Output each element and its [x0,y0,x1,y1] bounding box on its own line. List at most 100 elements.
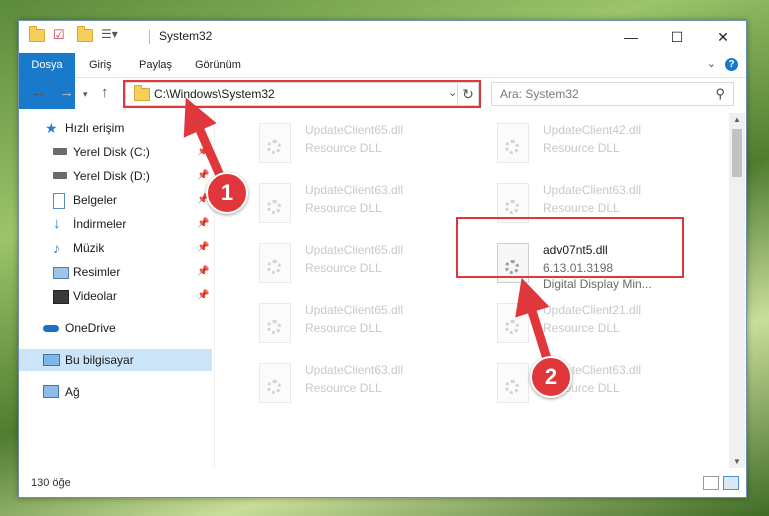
back-arrow-icon[interactable]: ← [31,84,46,101]
file-name: UpdateClient21.dll [543,303,642,317]
scroll-up-icon[interactable]: ▲ [729,115,745,124]
search-icon[interactable]: ⚲ [715,86,725,102]
sidebar-item-label: Belgeler [73,193,118,207]
file-name: UpdateClient63.dll [543,183,642,197]
sidebar-item-local-disk-c[interactable]: Yerel Disk (C:) 📌 [19,141,212,163]
picture-icon [53,267,69,279]
forward-arrow-icon[interactable]: → [59,84,74,101]
computer-icon [43,354,60,366]
tab-home[interactable]: Giriş [89,53,112,77]
file-highlight-box [456,217,684,278]
maximize-button[interactable]: ☐ [654,21,700,53]
up-arrow-icon[interactable]: ↑ [101,84,109,101]
scrollbar-thumb[interactable] [732,129,742,177]
close-button[interactable]: ✕ [700,21,746,53]
music-icon: ♪ [53,240,60,256]
dll-file-icon [259,123,291,163]
star-icon: ★ [45,120,58,136]
pane-divider [214,113,215,468]
window-title: System32 [159,29,213,43]
sidebar-item-label: Ağ [65,385,80,399]
sidebar-item-videos[interactable]: Videolar 📌 [19,285,212,307]
drive-icon [53,148,67,155]
file-name: UpdateClient65.dll [305,123,404,137]
video-icon [53,290,69,304]
file-name: UpdateClient65.dll [305,243,404,257]
file-type: Resource DLL [543,141,620,155]
navigation-bar: ← → ▾ ↑ C:\Windows\System32 ⌄ ↻ Ara: Sys… [19,78,746,110]
file-item[interactable]: UpdateClient63.dll Resource DLL [239,357,469,413]
dll-file-icon [497,363,529,403]
tab-share[interactable]: Paylaş [139,53,172,77]
sidebar-item-label: Videolar [73,289,117,303]
customize-toolbar-icon[interactable]: ☰▾ [101,27,118,43]
minimize-button[interactable]: — [608,21,654,53]
help-icon[interactable]: ? [725,58,738,71]
sidebar-item-local-disk-d[interactable]: Yerel Disk (D:) 📌 [19,165,212,187]
file-item[interactable]: UpdateClient21.dll Resource DLL [477,297,707,353]
cloud-icon [43,325,59,332]
properties-icon[interactable]: ☑ [53,27,65,43]
file-item[interactable]: UpdateClient65.dll Resource DLL [239,117,469,173]
file-type: Resource DLL [543,321,620,335]
dll-file-icon [259,183,291,223]
pin-icon[interactable]: 📌 [197,261,209,283]
file-description: Digital Display Min... [543,277,652,291]
file-type: Resource DLL [543,201,620,215]
pin-icon[interactable]: 📌 [197,237,209,259]
file-item[interactable]: UpdateClient63.dll Resource DLL [239,177,469,233]
tab-view[interactable]: Görünüm [195,53,241,77]
network-icon [43,385,59,398]
document-icon [53,193,65,209]
sidebar-item-quick-access[interactable]: ★ Hızlı erişim [19,117,212,139]
dll-file-icon [259,243,291,283]
sidebar-item-downloads[interactable]: ↓ İndirmeler 📌 [19,213,212,235]
pin-icon[interactable]: 📌 [197,213,209,235]
file-name: UpdateClient42.dll [543,123,642,137]
pin-icon[interactable]: 📌 [197,285,209,307]
drive-icon [53,172,67,179]
large-icons-view-icon[interactable] [723,476,739,490]
vertical-scrollbar[interactable]: ▲ ▼ [729,113,745,468]
navigation-pane: ★ Hızlı erişim Yerel Disk (C:) 📌 Yerel D… [19,113,214,468]
dll-file-icon [497,123,529,163]
sidebar-item-label: Müzik [73,241,105,255]
sidebar-item-label: OneDrive [65,321,116,335]
pin-icon[interactable]: 📌 [197,141,209,163]
file-type: Resource DLL [305,141,382,155]
item-count: 130 öğe [31,477,71,489]
expand-ribbon-icon[interactable]: ⌄ [707,57,716,70]
file-item[interactable]: UpdateClient65.dll Resource DLL [239,297,469,353]
sidebar-item-music[interactable]: ♪ Müzik 📌 [19,237,212,259]
sidebar-item-pictures[interactable]: Resimler 📌 [19,261,212,283]
file-item[interactable]: UpdateClient65.dll Resource DLL [239,237,469,293]
address-highlight-box [123,80,481,108]
step-1-badge: 1 [206,172,248,214]
dll-file-icon [259,363,291,403]
sidebar-item-network[interactable]: Ağ [19,381,212,403]
file-name: UpdateClient65.dll [305,303,404,317]
sidebar-item-this-pc[interactable]: Bu bilgisayar [19,349,212,371]
new-folder-icon[interactable] [77,26,93,45]
search-input[interactable]: Ara: System32 ⚲ [491,82,734,106]
sidebar-item-documents[interactable]: Belgeler 📌 [19,189,212,211]
title-bar: ☑ ☰▾ System32 — ☐ ✕ [19,21,746,53]
status-bar: 130 öğe [19,471,746,495]
dll-file-icon [259,303,291,343]
search-placeholder: Ara: System32 [500,87,579,101]
file-item[interactable]: UpdateClient42.dll Resource DLL [477,117,707,173]
file-type: Resource DLL [305,261,382,275]
sidebar-item-label: Yerel Disk (D:) [73,169,150,183]
sidebar-item-label: Hızlı erişim [65,121,125,135]
file-list: UpdateClient65.dll Resource DLL UpdateCl… [219,113,729,468]
sidebar-item-onedrive[interactable]: OneDrive [19,317,212,339]
sidebar-item-label: Resimler [73,265,121,279]
file-item[interactable]: UpdateClient63.dll Resource DLL [477,357,707,413]
recent-locations-chevron-icon[interactable]: ▾ [83,89,88,100]
details-view-icon[interactable] [703,476,719,490]
title-divider [149,30,150,44]
sidebar-item-label: Yerel Disk (C:) [73,145,150,159]
dll-file-icon [497,303,529,343]
scroll-down-icon[interactable]: ▼ [729,457,745,466]
file-type: Resource DLL [305,381,382,395]
